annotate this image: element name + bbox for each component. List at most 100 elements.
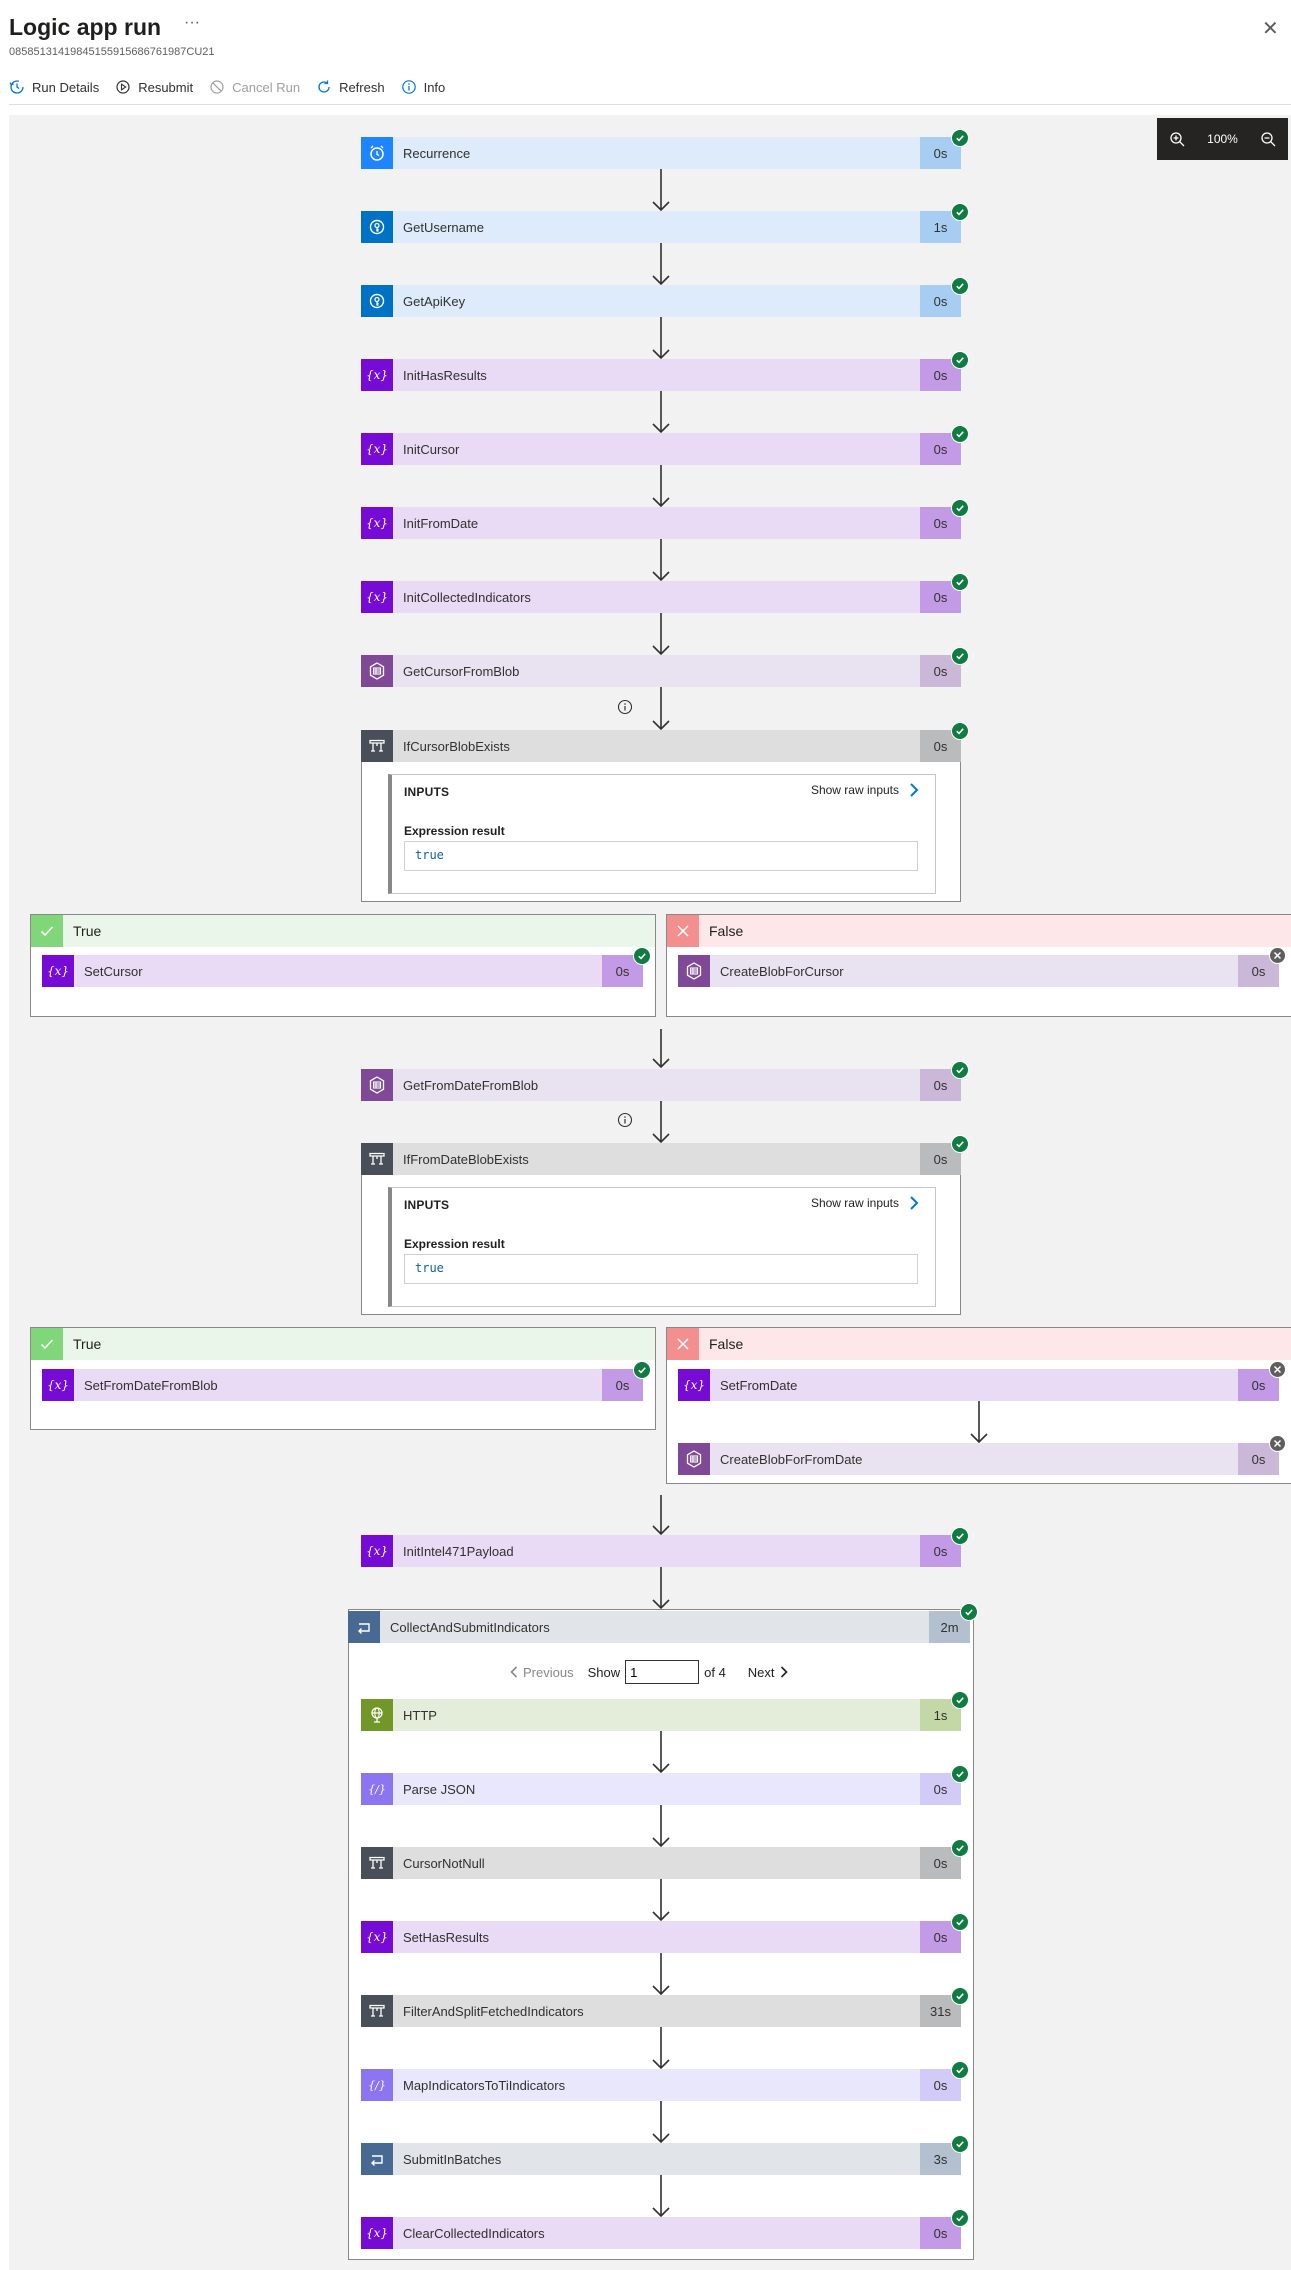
success-check-icon bbox=[951, 1527, 969, 1545]
action-card-filter-and-split-fetched-indicators[interactable]: FilterAndSplitFetchedIndicators 31s bbox=[361, 1995, 961, 2027]
action-card-init-has-results[interactable]: {x} InitHasResults 0s bbox=[361, 359, 961, 391]
inputs-heading: INPUTS bbox=[404, 1198, 450, 1212]
expression-result-value: true bbox=[404, 841, 918, 871]
info-icon[interactable] bbox=[617, 1112, 633, 1128]
condition-icon bbox=[361, 730, 393, 762]
action-name: InitIntel471Payload bbox=[403, 1543, 514, 1559]
action-card-submit-in-batches[interactable]: SubmitInBatches 3s bbox=[361, 2143, 961, 2175]
info-icon[interactable] bbox=[617, 699, 633, 715]
cancel-run-label: Cancel Run bbox=[232, 79, 301, 95]
info-button[interactable]: Info bbox=[401, 79, 446, 95]
action-card-set-cursor[interactable]: {x} SetCursor 0s bbox=[42, 955, 643, 987]
action-card-if-from-date-blob-exists[interactable]: IfFromDateBlobExists 0s bbox=[361, 1143, 961, 1175]
success-check-icon bbox=[633, 947, 651, 965]
svg-text:{x}: {x} bbox=[366, 1930, 388, 1944]
zoom-out-icon[interactable] bbox=[1258, 129, 1278, 149]
connector-arrow bbox=[652, 2175, 670, 2218]
action-name: SetHasResults bbox=[403, 1929, 489, 1945]
success-check-icon bbox=[951, 1839, 969, 1857]
action-name: CollectAndSubmitIndicators bbox=[390, 1619, 550, 1635]
refresh-icon bbox=[316, 79, 332, 95]
true-branch-header[interactable]: True bbox=[31, 1328, 655, 1360]
key-vault-icon bbox=[361, 211, 393, 243]
action-card-get-from-date-from-blob[interactable]: GetFromDateFromBlob 0s bbox=[361, 1069, 961, 1101]
more-options-button[interactable]: ··· bbox=[184, 14, 200, 32]
toolbar: Run Details Resubmit Cancel Run Refresh … bbox=[9, 74, 461, 100]
show-raw-inputs-link[interactable]: Show raw inputs bbox=[811, 1196, 919, 1210]
success-check-icon bbox=[951, 573, 969, 591]
svg-text:{/}: {/} bbox=[368, 2079, 386, 2092]
connector-arrow bbox=[652, 169, 670, 212]
action-name: GetCursorFromBlob bbox=[403, 663, 520, 679]
connector-arrow bbox=[652, 1953, 670, 1996]
loop-icon bbox=[348, 1611, 380, 1643]
svg-text:{x}: {x} bbox=[47, 964, 69, 978]
action-card-clear-collected-indicators[interactable]: {x} ClearCollectedIndicators 0s bbox=[361, 2217, 961, 2249]
action-card-http[interactable]: HTTP 1s bbox=[361, 1699, 961, 1731]
connector-arrow bbox=[652, 687, 670, 731]
success-check-icon bbox=[951, 647, 969, 665]
expression-result-value: true bbox=[404, 1254, 918, 1284]
variable-icon: {x} bbox=[42, 955, 74, 987]
run-id: 08585131419845155915686761987CU21 bbox=[9, 46, 215, 58]
dismiss-icon bbox=[667, 1328, 699, 1360]
show-raw-inputs-link[interactable]: Show raw inputs bbox=[811, 783, 919, 797]
action-name: CursorNotNull bbox=[403, 1855, 485, 1871]
action-card-cursor-not-null[interactable]: CursorNotNull 0s bbox=[361, 1847, 961, 1879]
connector-arrow bbox=[652, 391, 670, 434]
inputs-panel: INPUTS Show raw inputs Expression result… bbox=[388, 1187, 936, 1307]
resubmit-icon bbox=[115, 79, 131, 95]
action-card-create-blob-for-cursor[interactable]: CreateBlobForCursor 0s bbox=[678, 955, 1279, 987]
info-label: Info bbox=[423, 79, 446, 95]
action-card-create-blob-for-from-date[interactable]: CreateBlobForFromDate 0s bbox=[678, 1443, 1279, 1475]
success-check-icon bbox=[951, 1135, 969, 1153]
action-card-set-from-date[interactable]: {x} SetFromDate 0s bbox=[678, 1369, 1279, 1401]
action-card-set-from-date-from-blob[interactable]: {x} SetFromDateFromBlob 0s bbox=[42, 1369, 643, 1401]
action-card-get-cursor-from-blob[interactable]: GetCursorFromBlob 0s bbox=[361, 655, 961, 687]
action-card-init-cursor[interactable]: {x} InitCursor 0s bbox=[361, 433, 961, 465]
show-raw-inputs-label: Show raw inputs bbox=[810, 1196, 899, 1210]
refresh-button[interactable]: Refresh bbox=[316, 79, 385, 95]
action-card-if-cursor-blob-exists[interactable]: IfCursorBlobExists 0s bbox=[361, 730, 961, 762]
previous-button[interactable]: Previous bbox=[510, 1665, 574, 1680]
success-check-icon bbox=[951, 2061, 969, 2079]
false-branch-header[interactable]: False bbox=[667, 1328, 1291, 1360]
cancel-icon bbox=[209, 79, 225, 95]
action-name: CreateBlobForCursor bbox=[720, 963, 844, 979]
action-card-map-indicators-to-ti-indicators[interactable]: {/} MapIndicatorsToTiIndicators 0s bbox=[361, 2069, 961, 2101]
run-details-button[interactable]: Run Details bbox=[9, 79, 99, 95]
true-branch-header[interactable]: True bbox=[31, 915, 655, 947]
success-check-icon bbox=[951, 722, 969, 740]
action-card-collect-and-submit-indicators[interactable]: CollectAndSubmitIndicators 2m bbox=[348, 1611, 970, 1643]
connector-arrow bbox=[652, 1029, 670, 1069]
resubmit-button[interactable]: Resubmit bbox=[115, 79, 193, 95]
action-card-set-has-results[interactable]: {x} SetHasResults 0s bbox=[361, 1921, 961, 1953]
action-card-get-api-key[interactable]: GetApiKey 0s bbox=[361, 285, 961, 317]
run-details-label: Run Details bbox=[32, 79, 100, 95]
success-check-icon bbox=[951, 1987, 969, 2005]
connector-arrow bbox=[652, 1495, 670, 1536]
variable-icon: {x} bbox=[361, 359, 393, 391]
action-card-init-intel471-payload[interactable]: {x} InitIntel471Payload 0s bbox=[361, 1535, 961, 1567]
true-branch-label: True bbox=[73, 923, 102, 939]
connector-arrow bbox=[652, 1101, 670, 1144]
false-branch-label: False bbox=[709, 1336, 744, 1352]
svg-text:{x}: {x} bbox=[366, 1544, 388, 1558]
history-icon bbox=[9, 79, 25, 95]
action-card-init-collected-indicators[interactable]: {x} InitCollectedIndicators 0s bbox=[361, 581, 961, 613]
action-name: InitFromDate bbox=[403, 515, 479, 531]
iteration-input[interactable] bbox=[625, 1660, 700, 1684]
connector-arrow bbox=[652, 243, 670, 286]
action-name: SetFromDate bbox=[720, 1377, 798, 1393]
next-button[interactable]: Next bbox=[748, 1665, 788, 1680]
action-card-get-username[interactable]: GetUsername 1s bbox=[361, 211, 961, 243]
action-card-parse-json[interactable]: {/} Parse JSON 0s bbox=[361, 1773, 961, 1805]
next-label: Next bbox=[747, 1664, 775, 1680]
show-raw-inputs-label: Show raw inputs bbox=[810, 783, 899, 797]
false-branch-header[interactable]: False bbox=[667, 915, 1291, 947]
action-card-init-from-date[interactable]: {x} InitFromDate 0s bbox=[361, 507, 961, 539]
cancel-run-button[interactable]: Cancel Run bbox=[209, 79, 300, 95]
zoom-in-icon[interactable] bbox=[1167, 129, 1187, 149]
action-card-recurrence[interactable]: Recurrence 0s bbox=[361, 137, 961, 169]
close-button[interactable]: ✕ bbox=[1262, 16, 1279, 41]
